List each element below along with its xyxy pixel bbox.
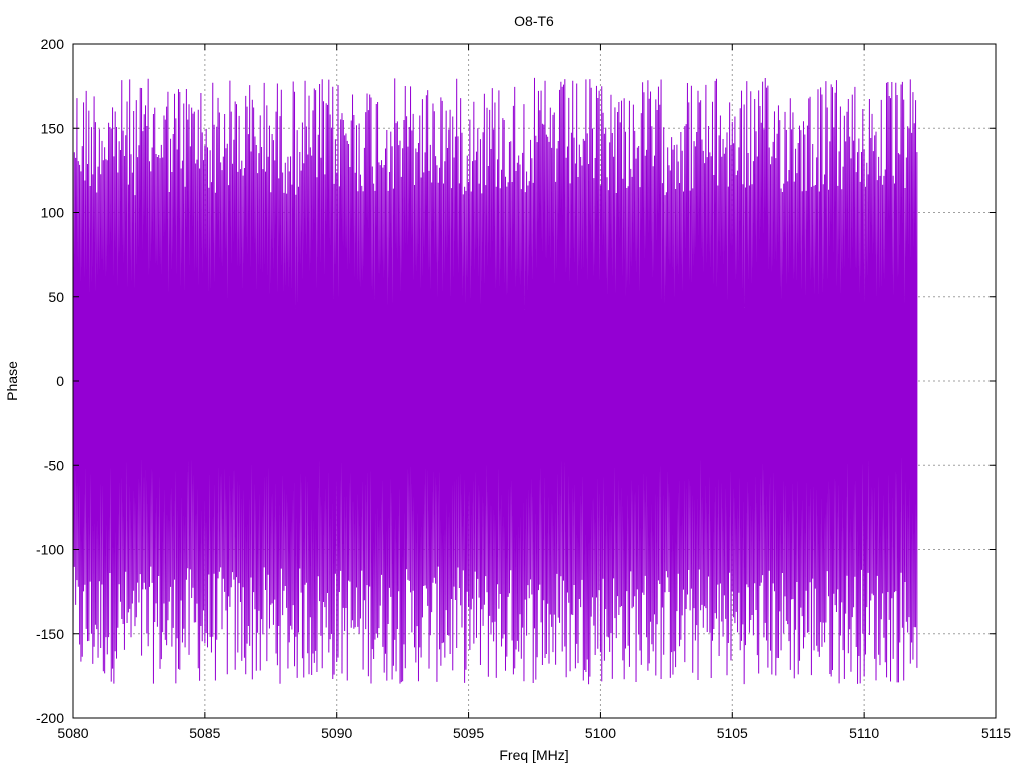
phase-trace xyxy=(72,77,918,685)
phase-chart: 5080 5085 5090 5095 5100 5105 5110 5115 -200 -15… xyxy=(4,13,1011,763)
y-axis-label: Phase xyxy=(4,361,20,401)
x-tick-label: 5110 xyxy=(849,725,879,741)
y-tick-label: -150 xyxy=(36,626,64,642)
y-tick-label: -50 xyxy=(44,457,64,473)
x-axis-label: Freq [MHz] xyxy=(499,747,568,763)
y-tick-label: -200 xyxy=(36,710,64,726)
y-tick-label: 100 xyxy=(41,205,65,221)
x-tick-label: 5100 xyxy=(585,725,616,741)
y-tick-label: -100 xyxy=(36,542,64,558)
x-tick-label: 5095 xyxy=(453,725,484,741)
y-tick-label: 200 xyxy=(41,36,65,52)
x-tick-label: 5115 xyxy=(981,725,1011,741)
y-tick-label: 150 xyxy=(41,120,65,136)
x-tick-label: 5105 xyxy=(717,725,748,741)
x-tick-label: 5090 xyxy=(321,725,352,741)
chart-title: O8-T6 xyxy=(514,13,554,29)
x-tick-label: 5085 xyxy=(189,725,220,741)
y-tick-label: 0 xyxy=(56,373,64,389)
x-tick-label: 5080 xyxy=(57,725,88,741)
y-tick-label: 50 xyxy=(48,289,64,305)
series-phase xyxy=(72,77,918,685)
